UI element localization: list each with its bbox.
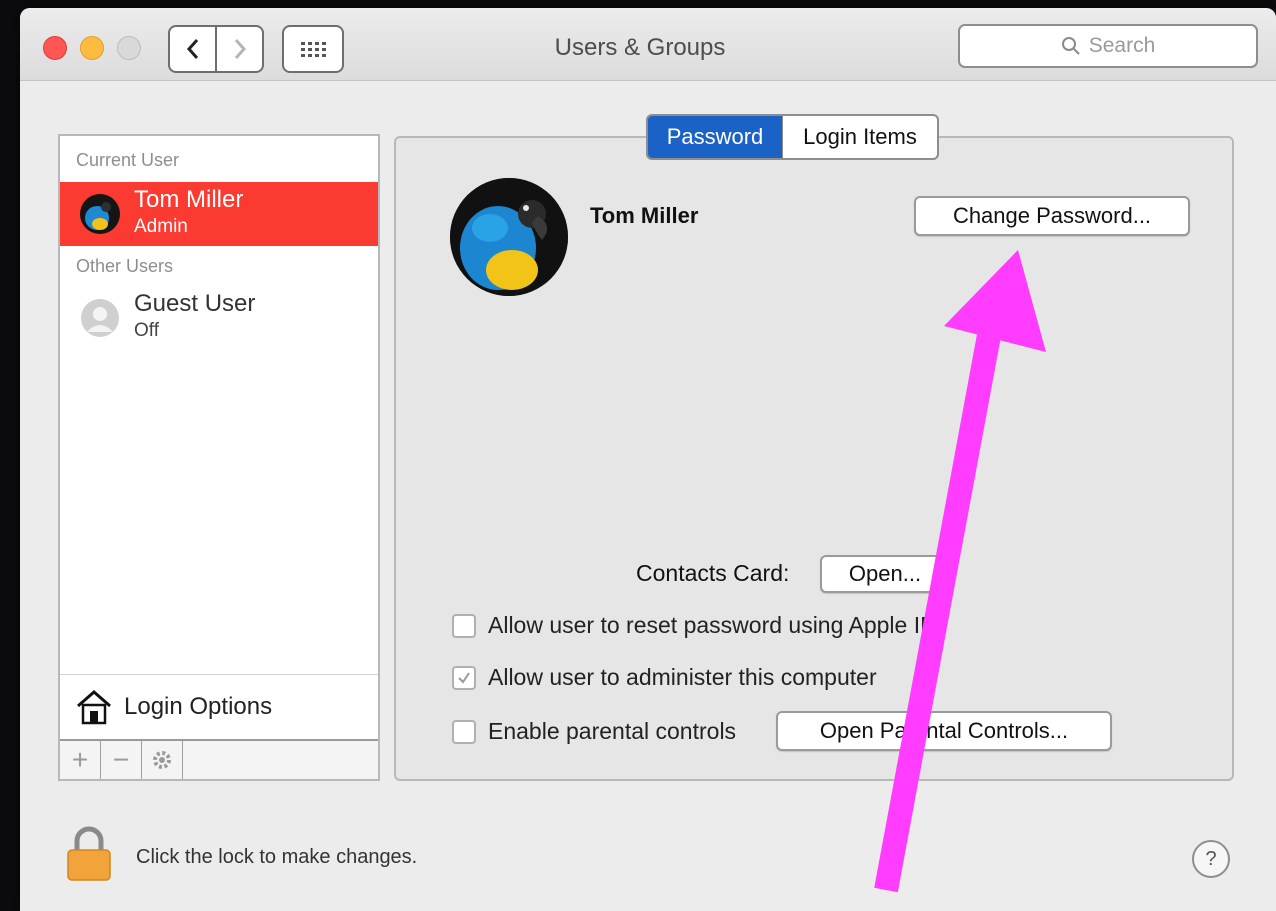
other-users-heading: Other Users xyxy=(76,256,174,276)
users-sidebar: Current User Tom Miller Admin Other User… xyxy=(58,134,380,781)
checkbox-label: Allow user to administer this computer xyxy=(488,664,877,690)
users-groups-window: Users & Groups Search Current User Tom M… xyxy=(20,8,1276,911)
login-options-label: Login Options xyxy=(124,693,273,720)
open-parental-controls-button[interactable]: Open Parental Controls... xyxy=(776,711,1112,751)
sidebar-action-bar: + − xyxy=(60,739,378,779)
action-menu-button[interactable] xyxy=(142,741,183,779)
change-password-button[interactable]: Change Password... xyxy=(914,196,1190,236)
contacts-card-label: Contacts Card: xyxy=(636,560,790,586)
parental-controls-checkbox[interactable] xyxy=(452,719,476,744)
current-user-heading: Current User xyxy=(76,150,180,170)
search-icon xyxy=(1061,37,1080,55)
back-button[interactable] xyxy=(170,27,215,71)
checkmark-icon xyxy=(458,671,470,684)
checkbox-label: Allow user to reset password using Apple… xyxy=(488,612,937,638)
window-title: Users & Groups xyxy=(554,34,726,61)
search-field[interactable]: Search xyxy=(958,24,1258,68)
tab-password[interactable]: Password xyxy=(648,116,782,158)
grid-icon xyxy=(300,41,326,57)
administer-checkbox[interactable] xyxy=(452,665,476,690)
user-name: Tom Miller xyxy=(134,186,244,213)
sidebar-item-guest-user[interactable]: Guest User Off xyxy=(60,286,378,350)
administer-computer-option[interactable]: Allow user to administer this computer xyxy=(452,664,877,691)
lock-icon[interactable] xyxy=(66,826,112,882)
checkbox-label: Enable parental controls xyxy=(488,718,737,744)
user-picture[interactable] xyxy=(450,178,568,296)
login-options-item[interactable]: Login Options xyxy=(60,674,378,739)
add-user-button[interactable]: + xyxy=(60,741,101,779)
user-status: Off xyxy=(134,320,159,341)
back-forward-buttons xyxy=(168,25,264,73)
user-role: Admin xyxy=(134,216,188,237)
chevron-right-icon xyxy=(234,39,246,59)
reset-password-checkbox[interactable] xyxy=(452,613,476,638)
user-display-name: Tom Miller xyxy=(590,203,699,228)
search-placeholder: Search xyxy=(1088,34,1156,57)
show-all-button[interactable] xyxy=(282,25,344,73)
zoom-window-button[interactable] xyxy=(117,36,141,60)
avatar xyxy=(80,194,120,234)
parental-controls-option[interactable]: Enable parental controls xyxy=(452,718,736,745)
remove-user-button[interactable]: − xyxy=(101,741,142,779)
lock-message: Click the lock to make changes. xyxy=(136,846,418,868)
help-button[interactable]: ? xyxy=(1192,840,1230,878)
user-name: Guest User xyxy=(134,290,256,317)
forward-button[interactable] xyxy=(215,27,262,71)
sidebar-item-tom-miller[interactable]: Tom Miller Admin xyxy=(60,182,378,246)
tab-bar: Password Login Items xyxy=(646,114,939,160)
open-contacts-card-button[interactable]: Open... xyxy=(820,555,950,593)
chevron-left-icon xyxy=(186,39,198,59)
reset-password-apple-id-option[interactable]: Allow user to reset password using Apple… xyxy=(452,612,937,639)
minimize-window-button[interactable] xyxy=(80,36,104,60)
gear-icon xyxy=(153,751,171,769)
guest-avatar-icon xyxy=(80,298,120,338)
house-icon xyxy=(77,690,111,725)
tab-login-items[interactable]: Login Items xyxy=(782,116,937,158)
close-window-button[interactable] xyxy=(43,36,67,60)
title-bar: Users & Groups Search xyxy=(20,8,1276,81)
